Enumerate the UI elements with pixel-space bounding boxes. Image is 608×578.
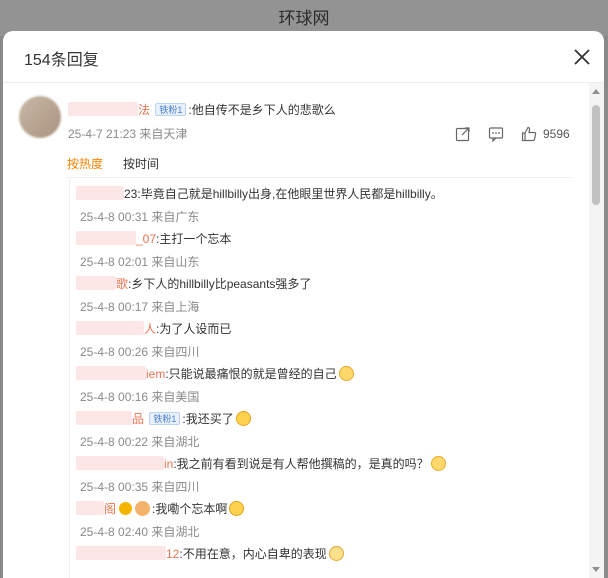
username-blurred[interactable] [76,456,164,470]
list-item: in:我之前有看到说是有人帮他撰稿的，是真的吗？ 25-4-8 00:35 来自… [70,449,589,494]
main-comment-line: 法 铁粉1:他自传不是乡下人的悲歌么 [68,101,336,118]
close-icon[interactable] [573,48,591,66]
reply-text: :不用在意，内心自卑的表现 [179,547,327,561]
username-blurred[interactable] [76,411,132,425]
username-suffix[interactable]: 品 [132,412,144,426]
username-suffix[interactable]: 12 [166,547,179,561]
scrollbar[interactable] [589,83,604,578]
reply-text: :毕竟自己就是hillbilly出身,在他眼里世界人民都是hillbilly。 [137,187,443,201]
reply-meta: 25-4-8 00:31 来自广东 [80,210,200,224]
username-blurred[interactable] [76,186,124,200]
list-item: 12:不用在意，内心自卑的表现 [70,539,589,578]
reply-list: 23:毕竟自己就是hillbilly出身,在他眼里世界人民都是hillbilly… [69,179,589,578]
list-item: 23:毕竟自己就是hillbilly出身,在他眼里世界人民都是hillbilly… [70,179,589,224]
username-blurred[interactable] [76,546,166,560]
username-suffix[interactable]: 法 [138,103,150,117]
username-suffix[interactable]: iem [146,367,165,381]
list-item: 阁 :我嘞个忘本啊 25-4-8 02:40 来自湖北 [70,494,589,539]
username-suffix[interactable]: in [164,457,173,471]
dialog-title: 154条回复 [24,52,99,69]
avatar[interactable] [19,96,61,138]
reply-text: :我之前有看到说是有人帮他撰稿的，是真的吗？ [173,457,429,471]
tab-sort-hot[interactable]: 按热度 [67,155,103,172]
laugh-emoji-icon [229,501,245,516]
reply-text: :我嘞个忘本啊 [152,502,228,516]
username-suffix[interactable]: 人 [144,322,156,336]
cat-emoji-icon [338,366,354,381]
list-item: 品 铁粉1:我还买了 25-4-8 00:22 来自湖北 [70,404,589,449]
vip-icon [119,502,133,515]
list-item: iem:只能说最痛恨的就是曾经的自己 25-4-8 00:16 来自美国 [70,359,589,404]
scroll-thumb[interactable] [592,105,600,205]
fan-badge: 铁粉1 [149,412,181,425]
username-suffix[interactable]: 23 [124,187,137,201]
replies-dialog: 154条回复 法 铁粉1:他自传不是乡下人的悲歌么 25-4-7 21:23 来… [3,31,604,578]
username-blurred[interactable] [76,366,146,380]
reply-text: :主打一个忘本 [156,232,232,246]
reply-text: :只能说最痛恨的就是曾经的自己 [165,367,337,381]
username-suffix[interactable]: 歌 [116,277,128,291]
username-blurred[interactable] [76,231,136,245]
smile-emoji-icon [328,546,344,561]
scroll-down-icon[interactable] [592,567,600,572]
avatar-badge-icon [135,501,151,516]
fan-badge: 铁粉1 [155,103,187,116]
tab-sort-time[interactable]: 按时间 [123,155,159,172]
comment-meta: 25-4-7 21:23 来自天津 [68,127,188,141]
reply-meta: 25-4-8 00:26 来自四川 [80,345,200,359]
username-blurred[interactable] [76,501,104,515]
dialog-header: 154条回复 [3,31,604,83]
reply-meta: 25-4-8 00:16 来自美国 [80,390,200,404]
like-count: 9596 [543,127,570,141]
list-item: _07:主打一个忘本 25-4-8 02:01 来自山东 [70,224,589,269]
list-item: 歌:乡下人的hillbilly比peasants强多了 25-4-8 00:17… [70,269,589,314]
laugh-emoji-icon [235,411,251,426]
scroll-up-icon[interactable] [592,89,600,94]
reply-text: :我还买了 [182,412,234,426]
username-blurred[interactable] [76,321,144,335]
reply-meta: 25-4-8 00:35 来自四川 [80,480,200,494]
reply-text: :乡下人的hillbilly比peasants强多了 [128,277,312,291]
cat-emoji-icon [430,456,446,471]
reply-text: :为了人设而已 [156,322,232,336]
comment-icon[interactable] [488,126,504,143]
divider [67,177,571,178]
username-blurred[interactable] [68,102,138,116]
reply-meta: 25-4-8 02:01 来自山东 [80,255,200,269]
main-comment: 法 铁粉1:他自传不是乡下人的悲歌么 25-4-7 21:23 来自天津 959… [3,83,589,153]
comment-text: :他自传不是乡下人的悲歌么 [188,103,336,117]
reply-meta: 25-4-8 00:22 来自湖北 [80,435,200,449]
list-item: 人:为了人设而已 25-4-8 00:26 来自四川 [70,314,589,359]
share-icon[interactable] [455,126,471,142]
reply-meta: 25-4-8 00:17 来自上海 [80,300,200,314]
like-icon[interactable] [521,126,537,142]
reply-meta: 25-4-8 02:40 来自湖北 [80,525,200,539]
username-suffix[interactable]: 阁 [104,502,116,516]
username-blurred[interactable] [76,276,116,290]
username-suffix[interactable]: _07 [136,232,156,246]
